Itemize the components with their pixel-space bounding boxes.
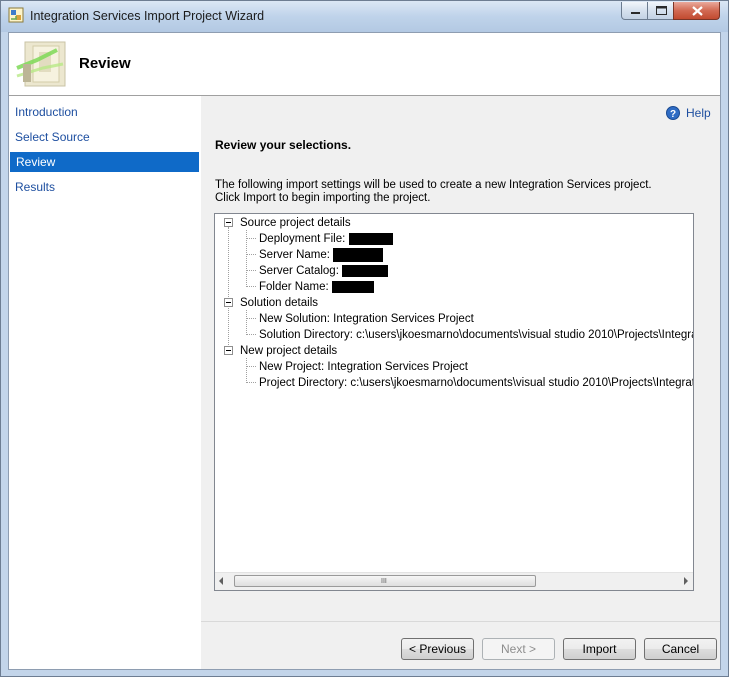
footer-divider — [201, 621, 720, 622]
section-title: Review your selections. — [215, 138, 352, 152]
tree-node-project-directory[interactable]: Project Directory: c:\users\jkoesmarno\d… — [259, 376, 693, 390]
scroll-thumb[interactable]: III — [234, 575, 536, 587]
maximize-icon — [656, 6, 667, 15]
cancel-button[interactable]: Cancel — [644, 638, 717, 660]
scroll-right-icon[interactable] — [684, 577, 688, 585]
import-button[interactable]: Import — [563, 638, 636, 660]
tree-connector-solution — [246, 310, 247, 335]
tree-branch — [246, 366, 256, 367]
review-tree-view[interactable]: Source project details Deployment File: … — [214, 213, 694, 591]
nav-item-select-source[interactable]: Select Source — [9, 127, 199, 147]
tree-branch — [246, 254, 256, 255]
tree-branch — [246, 270, 256, 271]
collapse-source-toggle[interactable] — [224, 218, 233, 227]
tree-branch — [246, 286, 256, 287]
redacted-value — [342, 264, 389, 277]
close-icon — [692, 6, 703, 16]
tree-node-server-name[interactable]: Server Name: — [259, 248, 384, 262]
nav-item-results[interactable]: Results — [9, 177, 199, 197]
tree-node-project-details[interactable]: New project details — [240, 344, 337, 358]
nav-item-review[interactable]: Review — [10, 152, 199, 172]
ssis-app-icon — [8, 7, 24, 23]
tree-node-new-solution[interactable]: New Solution: Integration Services Proje… — [259, 312, 474, 326]
tree-branch — [246, 382, 256, 383]
close-window-button[interactable] — [673, 2, 720, 20]
scroll-left-icon[interactable] — [219, 577, 223, 585]
tree-branch — [246, 318, 256, 319]
help-label: Help — [686, 106, 711, 120]
description-line-2: Click Import to begin importing the proj… — [215, 192, 431, 204]
next-button[interactable]: Next > — [482, 638, 555, 660]
redacted-value — [333, 248, 384, 262]
tree-node-deployment-file[interactable]: Deployment File: — [259, 232, 393, 246]
minimize-icon — [631, 12, 640, 14]
nav-item-introduction[interactable]: Introduction — [9, 102, 199, 122]
tree-connector-project — [246, 358, 247, 383]
previous-button[interactable]: < Previous — [401, 638, 474, 660]
wizard-client-area: Review Introduction Select Source Review… — [8, 32, 721, 670]
description-line-1: The following import settings will be us… — [215, 179, 652, 191]
collapse-solution-toggle[interactable] — [224, 298, 233, 307]
scroll-grip-icon: III — [381, 578, 387, 585]
title-bar[interactable]: Integration Services Import Project Wiza… — [1, 1, 728, 32]
tree-root-connector — [228, 227, 229, 355]
server-catalog-label: Server Catalog: — [259, 265, 339, 277]
maximize-button[interactable] — [647, 2, 674, 20]
wizard-window: Integration Services Import Project Wiza… — [0, 0, 729, 677]
minimize-button[interactable] — [621, 2, 648, 20]
help-icon: ? — [666, 106, 680, 120]
wizard-steps-nav: Introduction Select Source Review Result… — [9, 96, 202, 669]
wizard-header: Review — [9, 33, 720, 96]
redacted-value — [331, 280, 374, 293]
tree-branch — [246, 334, 256, 335]
help-link[interactable]: ? Help — [666, 105, 711, 121]
horizontal-scrollbar[interactable]: III — [215, 572, 693, 590]
svg-text:?: ? — [670, 109, 676, 120]
tree-node-solution-directory[interactable]: Solution Directory: c:\users\jkoesmarno\… — [259, 328, 693, 342]
collapse-project-toggle[interactable] — [224, 346, 233, 355]
tree-branch — [246, 238, 256, 239]
tree-node-server-catalog[interactable]: Server Catalog: — [259, 264, 389, 278]
tree-node-folder-name[interactable]: Folder Name: — [259, 280, 374, 294]
page-title: Review — [79, 55, 131, 72]
deployment-file-label: Deployment File: — [259, 233, 346, 245]
window-title: Integration Services Import Project Wiza… — [30, 9, 265, 23]
redacted-value — [348, 232, 393, 245]
folder-name-label: Folder Name: — [259, 281, 329, 293]
tree-node-solution-details[interactable]: Solution details — [240, 296, 318, 310]
wizard-main-panel: ? Help Review your selections. The follo… — [201, 96, 720, 669]
tree-node-new-project[interactable]: New Project: Integration Services Projec… — [259, 360, 468, 374]
wizard-banner-graphic — [16, 41, 66, 87]
tree-node-source-details[interactable]: Source project details — [240, 216, 351, 230]
description-text: The following import settings will be us… — [215, 179, 705, 205]
server-name-label: Server Name: — [259, 249, 330, 262]
